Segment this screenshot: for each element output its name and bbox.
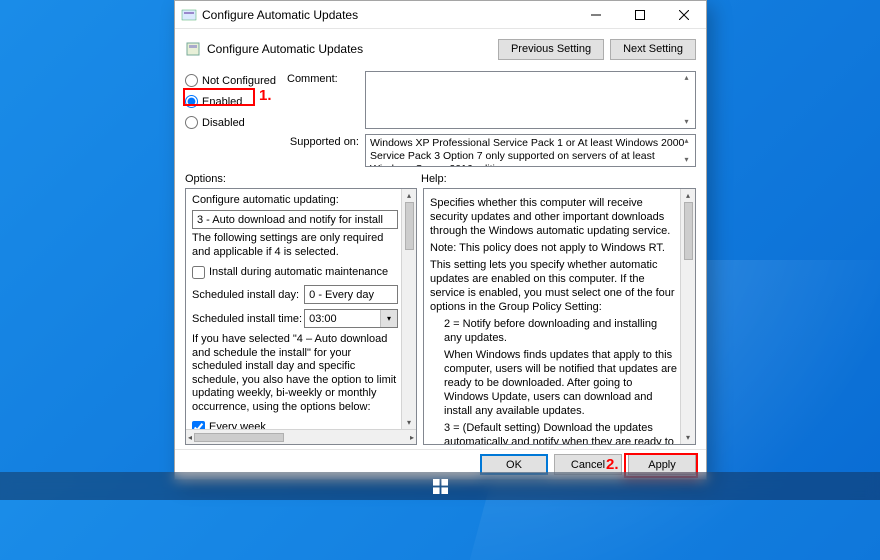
next-setting-button[interactable]: Next Setting bbox=[610, 39, 696, 60]
options-vertical-scrollbar[interactable]: ▴▾ bbox=[401, 189, 416, 429]
windows-logo-icon bbox=[433, 479, 448, 494]
title-bar[interactable]: Configure Automatic Updates bbox=[175, 1, 706, 29]
supported-on-text: Windows XP Professional Service Pack 1 o… bbox=[370, 137, 684, 167]
maximize-button[interactable] bbox=[618, 1, 662, 29]
supported-on-box: Windows XP Professional Service Pack 1 o… bbox=[365, 134, 696, 167]
radio-disabled[interactable]: Disabled bbox=[185, 115, 285, 130]
help-p4: 2 = Notify before downloading and instal… bbox=[430, 317, 677, 345]
help-p5: When Windows finds updates that apply to… bbox=[430, 348, 677, 418]
help-panel: Specifies whether this computer will rec… bbox=[423, 188, 696, 445]
help-p2: Note: This policy does not apply to Wind… bbox=[430, 241, 677, 255]
options-note: The following settings are only required… bbox=[192, 232, 398, 259]
options-horizontal-scrollbar[interactable]: ◂▸ bbox=[186, 429, 416, 444]
help-p1: Specifies whether this computer will rec… bbox=[430, 196, 677, 238]
maintenance-checkbox[interactable]: Install during automatic maintenance bbox=[192, 265, 398, 279]
options-paragraph-2: If you have selected "4 – Auto download … bbox=[192, 333, 398, 414]
policy-icon bbox=[185, 41, 201, 57]
options-label: Options: bbox=[185, 173, 421, 185]
help-label: Help: bbox=[421, 173, 447, 185]
install-day-label: Scheduled install day: bbox=[192, 288, 304, 302]
install-time-label: Scheduled install time: bbox=[192, 312, 304, 326]
comment-scrollbar[interactable]: ▴▾ bbox=[679, 73, 694, 127]
configure-updating-label: Configure automatic updating: bbox=[192, 193, 398, 207]
options-panel: Configure automatic updating: 3 - Auto d… bbox=[185, 188, 417, 445]
supported-scrollbar[interactable]: ▴▾ bbox=[679, 136, 694, 165]
header-row: Configure Automatic Updates Previous Set… bbox=[185, 35, 696, 63]
taskbar[interactable] bbox=[0, 472, 880, 500]
app-icon bbox=[181, 7, 197, 23]
help-p3: This setting lets you specify whether au… bbox=[430, 258, 677, 314]
chevron-down-icon: ▾ bbox=[380, 310, 397, 327]
comment-label: Comment: bbox=[287, 71, 363, 130]
minimize-button[interactable] bbox=[574, 1, 618, 29]
install-day-combo[interactable]: 0 - Every day bbox=[304, 285, 398, 304]
install-time-combo[interactable]: 03:00▾ bbox=[304, 309, 398, 328]
configure-updating-combo[interactable]: 3 - Auto download and notify for install bbox=[192, 210, 398, 229]
radio-enabled[interactable]: Enabled bbox=[185, 94, 285, 109]
radio-not-configured[interactable]: Not Configured bbox=[185, 73, 285, 88]
close-button[interactable] bbox=[662, 1, 706, 29]
help-p6: 3 = (Default setting) Download the updat… bbox=[430, 421, 677, 444]
help-vertical-scrollbar[interactable]: ▴▾ bbox=[680, 189, 695, 444]
comment-textarea[interactable]: ▴▾ bbox=[365, 71, 696, 129]
previous-setting-button[interactable]: Previous Setting bbox=[498, 39, 604, 60]
start-button[interactable] bbox=[420, 472, 460, 500]
header-title: Configure Automatic Updates bbox=[207, 42, 492, 56]
gpedit-dialog: Configure Automatic Updates Configure Au… bbox=[174, 0, 707, 480]
window-title: Configure Automatic Updates bbox=[202, 8, 574, 22]
supported-label: Supported on: bbox=[287, 134, 363, 167]
state-radio-group: Not Configured Enabled Disabled bbox=[185, 71, 285, 130]
every-week-checkbox[interactable]: Every week bbox=[192, 420, 398, 429]
